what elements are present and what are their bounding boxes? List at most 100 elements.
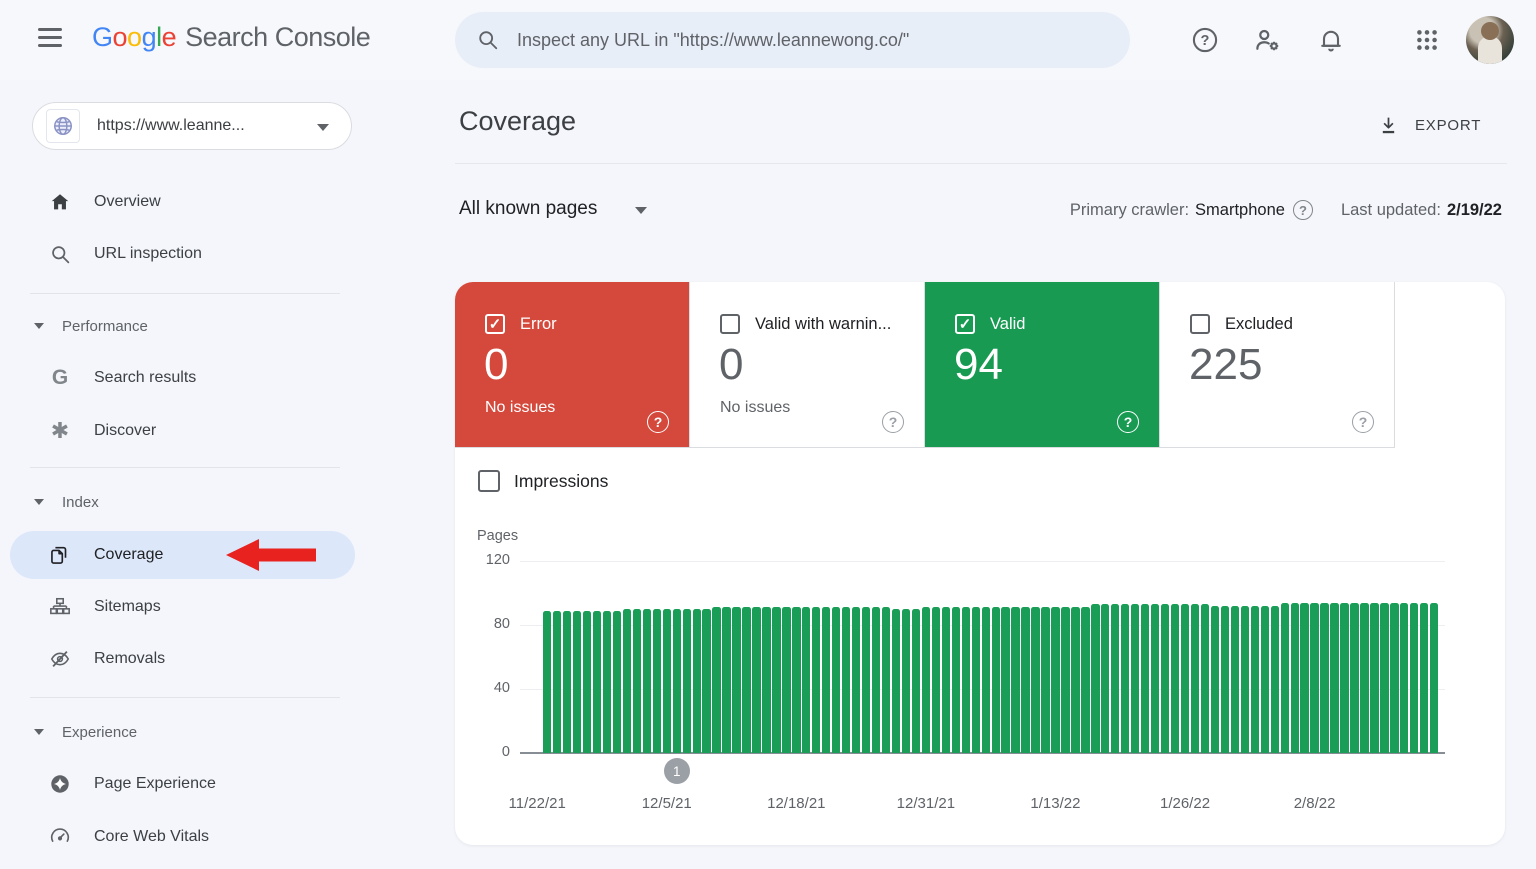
bar[interactable] <box>1061 607 1070 753</box>
bar[interactable] <box>622 609 632 753</box>
bar[interactable] <box>971 607 980 753</box>
bar[interactable] <box>842 607 851 753</box>
bar[interactable] <box>1390 602 1399 753</box>
bar[interactable] <box>861 607 871 753</box>
bar[interactable] <box>1320 602 1329 753</box>
checkbox-unchecked-icon[interactable] <box>1190 314 1210 334</box>
bar[interactable] <box>732 607 741 753</box>
bar[interactable] <box>1190 604 1200 753</box>
bar[interactable] <box>1260 605 1269 753</box>
bar[interactable] <box>572 610 582 753</box>
manage-users-icon[interactable] <box>1244 16 1292 64</box>
bar[interactable] <box>762 607 771 753</box>
bar[interactable] <box>792 607 801 753</box>
bar[interactable] <box>931 607 941 753</box>
section-header-experience[interactable]: Experience <box>34 720 334 744</box>
bar[interactable] <box>1360 602 1369 753</box>
bar[interactable] <box>1270 605 1279 753</box>
sidebar-item-removals[interactable]: Removals <box>10 635 355 683</box>
bar[interactable] <box>1051 607 1060 753</box>
status-card-excluded[interactable]: Excluded 225 ? <box>1160 282 1395 447</box>
sidebar-item-page-experience[interactable]: Page Experience <box>10 760 355 808</box>
hamburger-menu-icon[interactable] <box>38 28 64 52</box>
bar[interactable] <box>772 607 781 753</box>
bar[interactable] <box>672 609 681 753</box>
bar[interactable] <box>1290 602 1299 753</box>
annotation-marker[interactable]: 1 <box>663 758 690 784</box>
bar[interactable] <box>881 607 891 753</box>
help-icon[interactable]: ? <box>1181 16 1229 64</box>
bar[interactable] <box>1310 602 1319 753</box>
bar[interactable] <box>851 607 861 753</box>
bar[interactable] <box>941 607 951 753</box>
bar[interactable] <box>1340 602 1349 753</box>
bar[interactable] <box>901 609 911 753</box>
bar[interactable] <box>1001 607 1010 753</box>
bar[interactable] <box>692 609 701 753</box>
bar[interactable] <box>612 610 622 753</box>
bar[interactable] <box>1380 602 1389 753</box>
status-card-valid[interactable]: ✓ Valid 94 ? <box>925 282 1160 447</box>
bar[interactable] <box>543 610 552 753</box>
help-icon[interactable]: ? <box>1117 411 1139 433</box>
bar[interactable] <box>582 610 592 753</box>
bar[interactable] <box>1150 604 1160 753</box>
bar[interactable] <box>742 607 751 753</box>
help-icon[interactable]: ? <box>647 411 669 433</box>
bar[interactable] <box>921 607 931 753</box>
bar[interactable] <box>951 607 960 753</box>
bar[interactable] <box>1121 604 1130 753</box>
bar[interactable] <box>1350 602 1359 753</box>
notifications-icon[interactable] <box>1307 16 1355 64</box>
bar[interactable] <box>1101 604 1110 753</box>
sidebar-item-overview[interactable]: Overview <box>10 178 355 226</box>
checkbox-unchecked-icon[interactable] <box>478 470 500 492</box>
bar[interactable] <box>1111 604 1120 753</box>
bar[interactable] <box>1210 605 1220 753</box>
status-card-valid-with-warnings[interactable]: Valid with warnin... 0 No issues ? <box>690 282 925 447</box>
bar[interactable] <box>822 607 831 753</box>
sidebar-item-search-results[interactable]: G Search results <box>10 354 355 402</box>
bar[interactable] <box>911 609 921 753</box>
sidebar-item-url-inspection[interactable]: URL inspection <box>10 230 355 278</box>
bar[interactable] <box>1330 602 1339 753</box>
bar[interactable] <box>682 609 691 753</box>
section-header-performance[interactable]: Performance <box>34 314 334 338</box>
bar[interactable] <box>1170 604 1180 753</box>
checkbox-checked-icon[interactable]: ✓ <box>955 314 975 334</box>
bar[interactable] <box>1220 605 1230 753</box>
bar[interactable] <box>1430 602 1439 753</box>
app-logo[interactable]: Google Search Console <box>92 22 371 53</box>
bar[interactable] <box>1200 604 1210 753</box>
page-filter-dropdown[interactable]: All known pages <box>459 198 648 220</box>
bar[interactable] <box>1081 607 1090 753</box>
bar[interactable] <box>632 609 642 753</box>
bar[interactable] <box>1400 602 1409 753</box>
bar[interactable] <box>642 609 652 753</box>
bar[interactable] <box>1041 607 1050 753</box>
bar[interactable] <box>1141 604 1150 753</box>
bar[interactable] <box>1240 605 1250 753</box>
bar[interactable] <box>1131 604 1140 753</box>
bar[interactable] <box>562 610 572 753</box>
bar[interactable] <box>1250 605 1259 753</box>
avatar[interactable] <box>1466 16 1514 64</box>
bar[interactable] <box>702 609 711 753</box>
url-inspect-search-input[interactable]: Inspect any URL in "https://www.leannewo… <box>455 12 1130 68</box>
help-icon[interactable]: ? <box>1292 200 1313 220</box>
bar[interactable] <box>652 609 661 753</box>
impressions-toggle[interactable]: Impressions <box>478 470 608 492</box>
bar[interactable] <box>1420 602 1429 753</box>
bar[interactable] <box>592 610 602 753</box>
status-card-error[interactable]: ✓ Error 0 No issues ? <box>455 282 690 447</box>
bar[interactable] <box>991 607 1000 753</box>
property-selector[interactable]: https://www.leanne... <box>32 102 352 150</box>
bar[interactable] <box>602 610 612 753</box>
bar[interactable] <box>891 609 901 753</box>
help-icon[interactable]: ? <box>1352 411 1374 433</box>
bar[interactable] <box>1300 602 1309 753</box>
bar[interactable] <box>1280 602 1289 753</box>
bar[interactable] <box>1091 604 1100 753</box>
bar[interactable] <box>552 610 562 753</box>
bar[interactable] <box>1031 607 1040 753</box>
